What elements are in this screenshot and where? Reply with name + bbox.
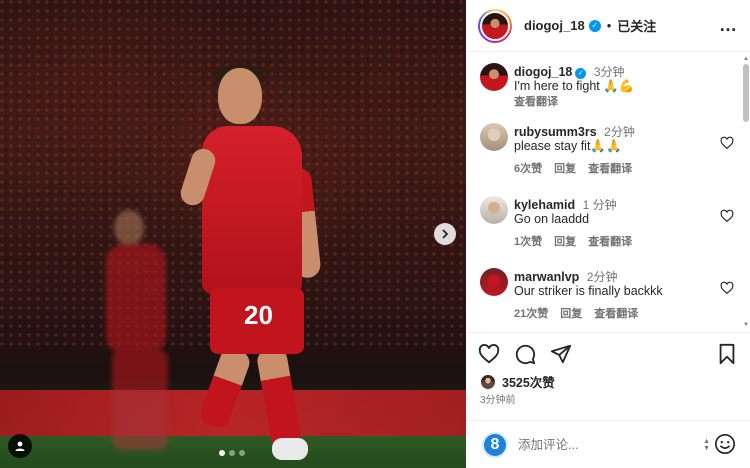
caption-username[interactable]: diogoj_18	[514, 65, 572, 79]
comment-text: Our striker is finally backkk	[514, 284, 663, 298]
verified-icon: ✓	[575, 68, 587, 79]
carousel-dots	[219, 450, 245, 456]
caption-time: 3分钟	[593, 65, 625, 79]
heart-icon[interactable]	[720, 209, 734, 223]
post-photo[interactable]: 20	[0, 0, 466, 468]
author-avatar[interactable]	[478, 8, 512, 43]
post-header: diogoj_18 ✓ • 已关注 …	[466, 0, 750, 52]
add-comment-bar: 8 ▲▼	[466, 420, 750, 468]
avatar[interactable]	[480, 268, 508, 296]
author-username[interactable]: diogoj_18	[524, 18, 585, 33]
verified-icon: ✓	[588, 19, 601, 32]
reply-button[interactable]: 回复	[560, 305, 582, 321]
post-timestamp: 3分钟前	[480, 395, 516, 406]
heart-icon[interactable]	[720, 281, 734, 295]
user-tag-icon[interactable]	[8, 434, 32, 458]
translate-link[interactable]: 查看翻译	[594, 305, 638, 321]
carousel-dot	[229, 450, 235, 456]
post-sidebar: diogoj_18 ✓ • 已关注 … diogoj_18 ✓ 3分钟 I'm h…	[466, 0, 750, 468]
background-player	[96, 210, 186, 460]
comment-item: marwanlvp 2分钟 Our striker is finally bac…	[480, 268, 742, 324]
comment-time: 2分钟	[586, 270, 618, 284]
avatar[interactable]	[480, 123, 508, 151]
carousel-dot	[219, 450, 225, 456]
comments-scrollbar[interactable]: ▲ ▼	[743, 56, 749, 328]
comment-likes[interactable]: 6次赞	[514, 160, 542, 176]
translate-link[interactable]: 查看翻译	[588, 160, 632, 176]
comment-username[interactable]: kylehamid	[514, 198, 575, 212]
heart-icon[interactable]	[478, 343, 500, 365]
more-icon[interactable]: …	[719, 15, 738, 36]
carousel-dot	[239, 450, 245, 456]
follow-status-button[interactable]: 已关注	[617, 16, 656, 35]
current-user-avatar: 8	[482, 431, 508, 458]
heart-icon[interactable]	[720, 136, 734, 150]
liker-avatar[interactable]	[480, 373, 496, 390]
comment-icon[interactable]	[514, 343, 536, 365]
comment-likes[interactable]: 21次赞	[514, 305, 548, 321]
comment-likes[interactable]: 1次赞	[514, 233, 542, 249]
header-separator: •	[606, 18, 612, 33]
input-spinner[interactable]: ▲ ▼	[703, 438, 710, 452]
caption: diogoj_18 ✓ 3分钟 I'm here to fight 🙏💪 查看翻译	[480, 63, 742, 109]
translate-link[interactable]: 查看翻译	[514, 93, 558, 109]
comment-username[interactable]: marwanlvp	[514, 270, 579, 284]
bookmark-icon[interactable]	[716, 343, 738, 365]
comment-item: rubysumm3rs 2分钟 please stay fit🙏🙏 6次赞 回复…	[480, 123, 742, 179]
main-player: 20	[177, 64, 330, 468]
post-actions: 3525次赞 3分钟前	[466, 332, 750, 432]
share-icon[interactable]	[550, 343, 572, 365]
likes-count[interactable]: 3525次赞	[502, 372, 555, 391]
comment-text: Go on laaddd	[514, 212, 590, 226]
comment-input[interactable]	[518, 437, 688, 452]
avatar[interactable]	[480, 63, 508, 91]
comment-text: please stay fit🙏🙏	[514, 139, 622, 153]
reply-button[interactable]: 回复	[554, 233, 576, 249]
scrollbar-thumb[interactable]	[743, 64, 749, 122]
comment-item: kylehamid 1 分钟 Go on laaddd 1次赞 回复 查看翻译	[480, 196, 742, 252]
reply-button[interactable]: 回复	[554, 160, 576, 176]
avatar[interactable]	[480, 196, 508, 224]
chevron-right-icon[interactable]	[434, 223, 456, 245]
shirt-number: 20	[244, 300, 273, 330]
emoji-icon[interactable]	[714, 433, 736, 455]
comment-time: 2分钟	[604, 125, 635, 139]
caption-text: I'm here to fight 🙏💪	[514, 79, 635, 93]
translate-link[interactable]: 查看翻译	[588, 233, 632, 249]
comments-list[interactable]: diogoj_18 ✓ 3分钟 I'm here to fight 🙏💪 查看翻译…	[466, 53, 750, 331]
comment-time: 1 分钟	[582, 198, 617, 212]
comment-username[interactable]: rubysumm3rs	[514, 125, 597, 139]
